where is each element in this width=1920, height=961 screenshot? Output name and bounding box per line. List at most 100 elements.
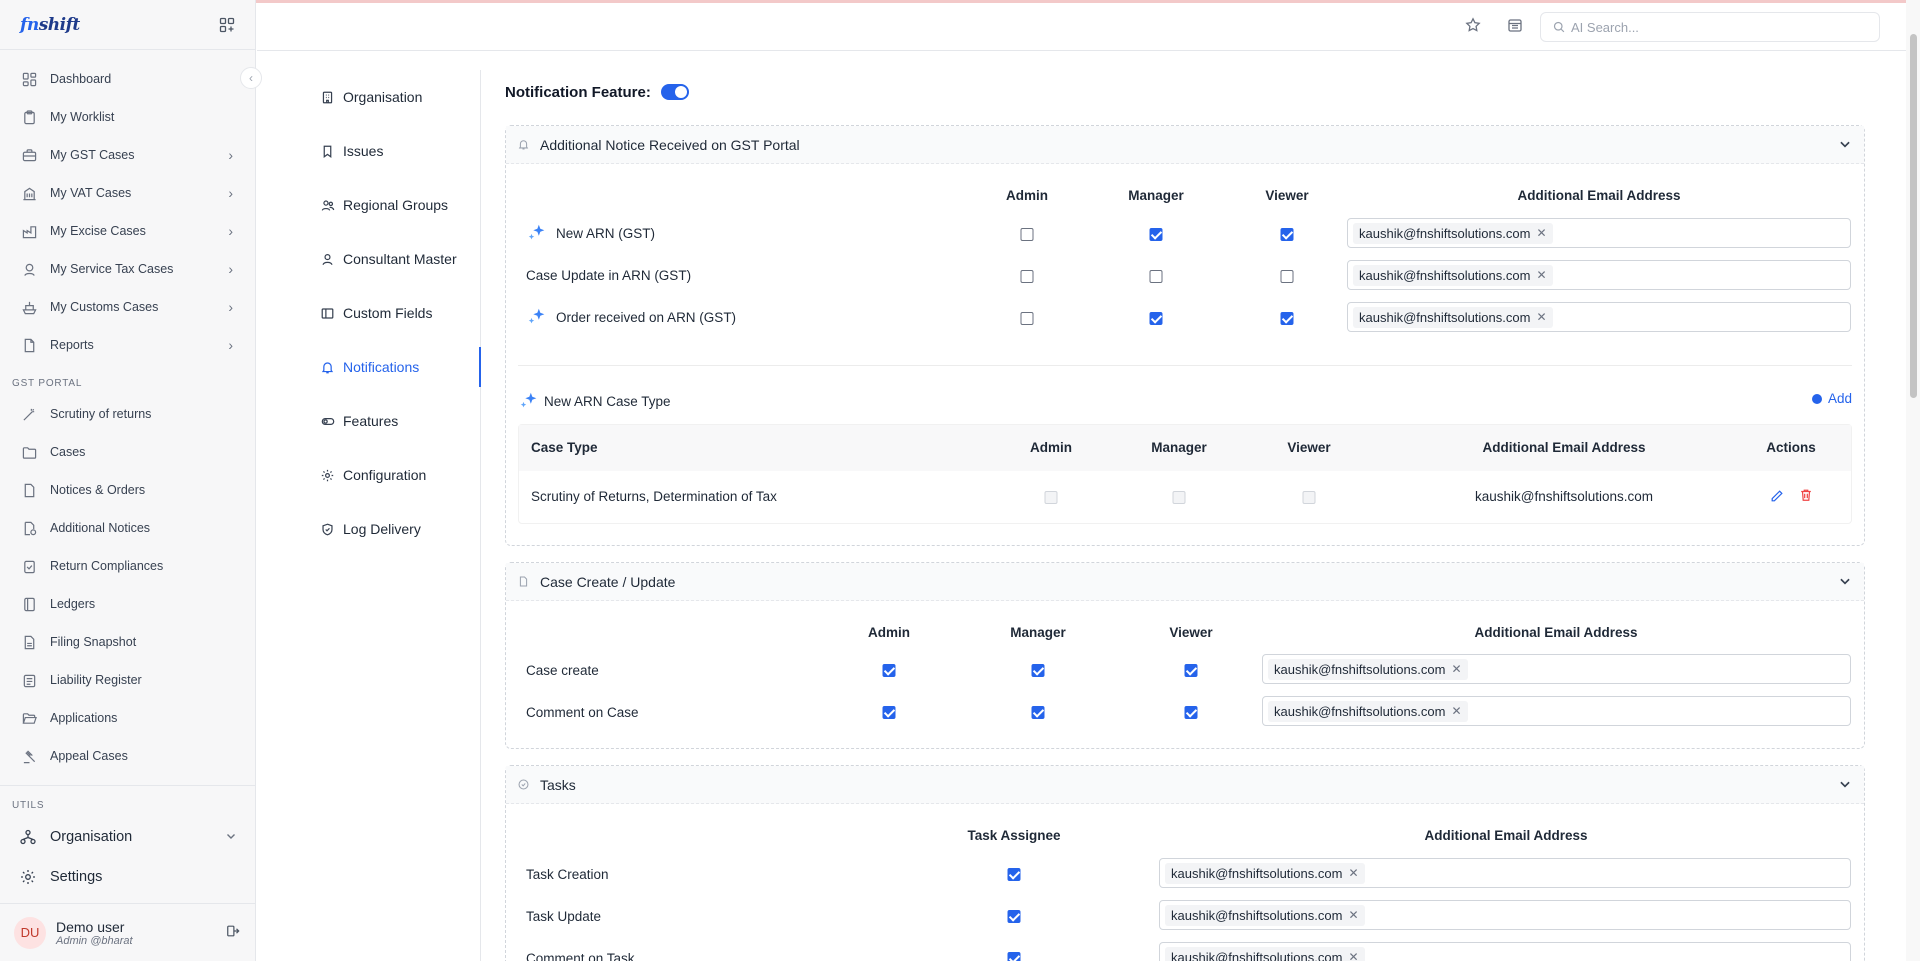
- viewer-checkbox[interactable]: [1184, 706, 1198, 719]
- sidebar-item-scrutiny[interactable]: Scrutiny of returns: [0, 395, 255, 433]
- remove-chip-icon[interactable]: ✕: [1451, 704, 1461, 718]
- email-chip-text: kaushik@fnshiftsolutions.com: [1359, 267, 1531, 283]
- sidebar-item-notices-orders[interactable]: Notices & Orders: [0, 471, 255, 509]
- card-header[interactable]: Additional Notice Received on GST Portal: [506, 126, 1864, 164]
- search-input[interactable]: [1571, 19, 1861, 35]
- settings-nav-notifications[interactable]: Notifications: [310, 340, 481, 394]
- scrollbar-thumb[interactable]: [1910, 34, 1917, 398]
- email-field[interactable]: kaushik@fnshiftsolutions.com ✕: [1159, 942, 1851, 961]
- sidebar-item-worklist[interactable]: My Worklist: [0, 98, 255, 136]
- settings-nav-consultant-master[interactable]: Consultant Master: [310, 232, 480, 286]
- remove-chip-icon[interactable]: ✕: [1536, 226, 1546, 240]
- sidebar-item-ledgers[interactable]: Ledgers: [0, 585, 255, 623]
- task-assignee-checkbox[interactable]: [1007, 868, 1021, 881]
- task-assignee-checkbox[interactable]: [1007, 952, 1021, 961]
- sidebar-item-settings[interactable]: Settings: [0, 857, 255, 897]
- manager-checkbox[interactable]: [1149, 228, 1163, 241]
- row-label: New ARN (GST): [526, 222, 655, 244]
- settings-nav-organisation[interactable]: Organisation: [310, 70, 480, 124]
- admin-checkbox[interactable]: [1020, 228, 1034, 241]
- task-assignee-checkbox[interactable]: [1007, 910, 1021, 923]
- col-header-manager: Manager: [1128, 188, 1184, 203]
- settings-nav-regional-groups[interactable]: Regional Groups: [310, 178, 480, 232]
- sidebar-item-excise-cases[interactable]: My Excise Cases ›: [0, 212, 255, 250]
- remove-chip-icon[interactable]: ✕: [1348, 866, 1358, 880]
- email-field[interactable]: kaushik@fnshiftsolutions.com ✕: [1347, 218, 1851, 248]
- card-title: Case Create / Update: [540, 573, 676, 590]
- chevron-down-icon[interactable]: [1838, 777, 1852, 791]
- user-profile[interactable]: DU Demo user Admin @bharat: [0, 903, 256, 961]
- sidebar-item-filing-snapshot[interactable]: Filing Snapshot: [0, 623, 255, 661]
- sidebar-item-organisation[interactable]: Organisation: [0, 817, 255, 857]
- add-case-type-button[interactable]: Add: [1811, 391, 1852, 406]
- card-header[interactable]: Tasks: [506, 766, 1864, 804]
- sidebar-item-service-tax-cases[interactable]: My Service Tax Cases ›: [0, 250, 255, 288]
- notification-feature-toggle[interactable]: [660, 84, 689, 100]
- admin-checkbox[interactable]: [882, 664, 896, 677]
- settings-nav-log-delivery[interactable]: Log Delivery: [310, 502, 480, 556]
- delete-icon[interactable]: [1799, 488, 1813, 502]
- calendar-icon[interactable]: [1507, 17, 1523, 33]
- report-icon: [20, 336, 38, 354]
- col-header-viewer: Viewer: [1287, 440, 1331, 455]
- admin-checkbox[interactable]: [1020, 312, 1034, 325]
- email-field[interactable]: kaushik@fnshiftsolutions.com ✕: [1159, 858, 1851, 888]
- sidebar-item-gst-cases[interactable]: My GST Cases ›: [0, 136, 255, 174]
- settings-nav-configuration[interactable]: Configuration: [310, 448, 480, 502]
- remove-chip-icon[interactable]: ✕: [1348, 950, 1358, 961]
- viewer-checkbox[interactable]: [1280, 270, 1294, 283]
- email-chip-text: kaushik@fnshiftsolutions.com: [1171, 907, 1343, 923]
- chevron-down-icon[interactable]: [1838, 137, 1852, 151]
- divider: [518, 365, 1852, 366]
- email-chip: kaushik@fnshiftsolutions.com ✕: [1353, 222, 1553, 244]
- email-field[interactable]: kaushik@fnshiftsolutions.com ✕: [1262, 696, 1851, 726]
- sidebar-item-label: Scrutiny of returns: [50, 407, 152, 421]
- layout-grid-icon[interactable]: [219, 17, 235, 33]
- remove-chip-icon[interactable]: ✕: [1451, 662, 1461, 676]
- edit-icon[interactable]: [1770, 489, 1784, 503]
- sidebar-item-label: Settings: [50, 869, 103, 885]
- remove-chip-icon[interactable]: ✕: [1348, 908, 1358, 922]
- sidebar-item-liability-register[interactable]: Liability Register: [0, 661, 255, 699]
- viewer-checkbox[interactable]: [1184, 664, 1198, 677]
- viewer-checkbox[interactable]: [1280, 228, 1294, 241]
- ai-search-box[interactable]: [1540, 12, 1880, 42]
- remove-chip-icon[interactable]: ✕: [1536, 310, 1546, 324]
- manager-checkbox[interactable]: [1031, 706, 1045, 719]
- collapse-sidebar-button[interactable]: ‹: [240, 67, 262, 89]
- star-icon[interactable]: [1465, 17, 1481, 33]
- email-field[interactable]: kaushik@fnshiftsolutions.com ✕: [1262, 654, 1851, 684]
- sidebar-item-dashboard[interactable]: Dashboard: [0, 60, 255, 98]
- snapshot-icon: [20, 633, 38, 651]
- manager-checkbox[interactable]: [1149, 270, 1163, 283]
- sidebar-item-additional-notices[interactable]: Additional Notices: [0, 509, 255, 547]
- email-field[interactable]: kaushik@fnshiftsolutions.com ✕: [1347, 302, 1851, 332]
- sidebar-item-customs-cases[interactable]: My Customs Cases ›: [0, 288, 255, 326]
- email-field[interactable]: kaushik@fnshiftsolutions.com ✕: [1347, 260, 1851, 290]
- manager-checkbox[interactable]: [1149, 312, 1163, 325]
- chevron-down-icon[interactable]: [1838, 574, 1852, 588]
- section-label-utils: UTILS: [12, 800, 45, 811]
- app-logo[interactable]: fnshift: [20, 15, 80, 35]
- sidebar-item-applications[interactable]: Applications: [0, 699, 255, 737]
- sidebar-item-vat-cases[interactable]: My VAT Cases ›: [0, 174, 255, 212]
- email-field[interactable]: kaushik@fnshiftsolutions.com ✕: [1159, 900, 1851, 930]
- col-header-actions: Actions: [1766, 440, 1816, 455]
- viewer-checkbox[interactable]: [1280, 312, 1294, 325]
- sidebar-item-cases[interactable]: Cases: [0, 433, 255, 471]
- settings-nav-custom-fields[interactable]: Custom Fields: [310, 286, 480, 340]
- sidebar-item-return-compliances[interactable]: Return Compliances: [0, 547, 255, 585]
- admin-checkbox[interactable]: [882, 706, 896, 719]
- sidebar-item-label: Liability Register: [50, 673, 142, 687]
- bookmark-icon: [321, 144, 335, 158]
- remove-chip-icon[interactable]: ✕: [1536, 268, 1546, 282]
- card-header[interactable]: Case Create / Update: [506, 563, 1864, 601]
- scrollbar[interactable]: [1906, 0, 1920, 961]
- logout-icon[interactable]: [226, 924, 240, 938]
- settings-nav-issues[interactable]: Issues: [310, 124, 480, 178]
- admin-checkbox[interactable]: [1020, 270, 1034, 283]
- manager-checkbox[interactable]: [1031, 664, 1045, 677]
- settings-nav-features[interactable]: Features: [310, 394, 480, 448]
- sidebar-item-appeal-cases[interactable]: Appeal Cases: [0, 737, 255, 775]
- sidebar-item-reports[interactable]: Reports ›: [0, 326, 255, 364]
